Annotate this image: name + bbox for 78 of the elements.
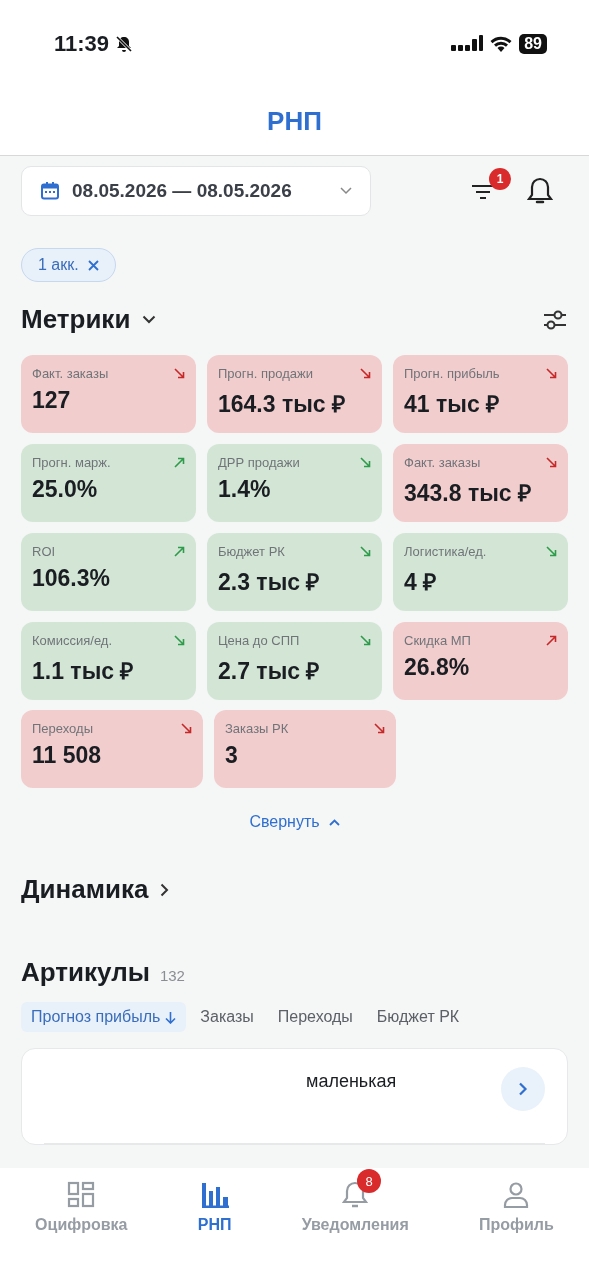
metric-label: Комиссия/ед. [32,633,113,648]
metric-card[interactable]: Факт. заказы 127 [21,355,196,433]
sort-tab[interactable]: Прогноз прибыль [21,1002,187,1032]
screen-title: РНП [267,106,322,137]
metric-card[interactable]: Переходы 11 508 [21,710,203,788]
metric-value: 4 ₽ [404,568,438,597]
metric-label: Факт. заказы [404,455,481,470]
chevron-right-icon [518,1082,528,1096]
signal-icon [451,35,484,53]
bar-chart-icon [199,1182,230,1208]
article-count: 132 [159,967,185,984]
nav-tab[interactable]: РНП [183,1168,246,1234]
collapse-link[interactable]: Свернуть [243,812,346,832]
metric-card[interactable]: Прогн. продажи 164.3 тыс ₽ [207,355,382,433]
calendar-icon [40,181,60,201]
metric-card[interactable]: ROI 106.3% [21,533,196,611]
metric-label: Цена до СПП [218,633,300,648]
article-title: маленькая [306,1071,397,1092]
notification-badge: 8 [357,1169,382,1193]
bell-slash-icon [115,35,134,53]
chevron-down-icon [142,315,157,324]
filter-count-badge: 1 [489,168,511,190]
wifi-icon [489,35,514,53]
metric-value: 106.3% [32,565,111,592]
arrow-down-icon [165,1010,177,1024]
sort-tab[interactable]: Заказы [190,1002,264,1032]
battery-indicator: 89 [519,34,547,54]
nav-tab[interactable]: 8 Уведомления [287,1168,423,1234]
sort-tab[interactable]: Переходы [267,1002,363,1032]
metric-value: 2.3 тыс ₽ [218,568,321,597]
dynamics-section-link[interactable]: Динамика [21,874,170,905]
metric-value: 25.0% [32,476,99,503]
close-icon[interactable] [87,259,99,271]
chevron-up-icon [328,818,340,826]
metric-value: 164.3 тыс ₽ [218,390,347,419]
metric-label: Факт. заказы [32,366,109,381]
metric-card[interactable]: Факт. заказы 343.8 тыс ₽ [393,444,568,522]
metric-value: 2.7 тыс ₽ [218,657,321,686]
metric-label: Прогн. прибыль [404,366,500,381]
person-icon [503,1181,530,1209]
metric-card[interactable]: Цена до СПП 2.7 тыс ₽ [207,622,382,700]
metric-card[interactable]: Комиссия/ед. 1.1 тыс ₽ [21,622,196,700]
metric-value: 3 [225,742,239,769]
metric-card[interactable]: Прогн. прибыль 41 тыс ₽ [393,355,568,433]
metric-card[interactable]: ДРР продажи 1.4% [207,444,382,522]
metric-value: 1.1 тыс ₽ [32,657,135,686]
metric-value: 127 [32,387,72,414]
metric-value: 1.4% [218,476,272,503]
metric-card[interactable]: Бюджет РК 2.3 тыс ₽ [207,533,382,611]
sort-tab[interactable]: Бюджет РК [366,1002,470,1032]
metric-value: 41 тыс ₽ [404,390,501,419]
metric-value: 11 508 [32,742,103,769]
filter-chip[interactable]: 1 акк. [21,248,116,282]
date-range-picker[interactable]: 08.05.2026 — 08.05.2026 [21,166,371,216]
grid-icon [67,1181,96,1209]
metric-card[interactable]: Логистика/ед. 4 ₽ [393,533,568,611]
metric-card[interactable]: Скидка МП 26.8% [393,622,568,700]
metric-label: ROI [32,544,56,559]
bell-icon[interactable] [527,176,553,206]
metric-card[interactable]: Заказы РК 3 [214,710,396,788]
chevron-right-icon [160,882,170,897]
metric-label: ДРР продажи [218,455,300,470]
metric-label: Логистика/ед. [404,544,487,559]
metric-card[interactable]: Прогн. марж. 25.0% [21,444,196,522]
metric-label: Прогн. продажи [218,366,313,381]
status-time: 11:39 [54,31,110,57]
metric-value: 343.8 тыс ₽ [404,479,533,508]
metric-label: Переходы [32,721,93,736]
metric-label: Скидка МП [404,633,471,648]
section-title: Артикулы [21,957,150,988]
chevron-down-icon [340,187,352,195]
metric-value: 26.8% [404,654,471,681]
metric-label: Заказы РК [225,721,289,736]
filter-button[interactable]: 1 [471,167,512,202]
metric-label: Бюджет РК [218,544,285,559]
metric-label: Прогн. марж. [32,455,111,470]
metrics-dropdown[interactable]: Метрики [21,304,157,335]
article-card[interactable]: маленькая [21,1048,568,1145]
